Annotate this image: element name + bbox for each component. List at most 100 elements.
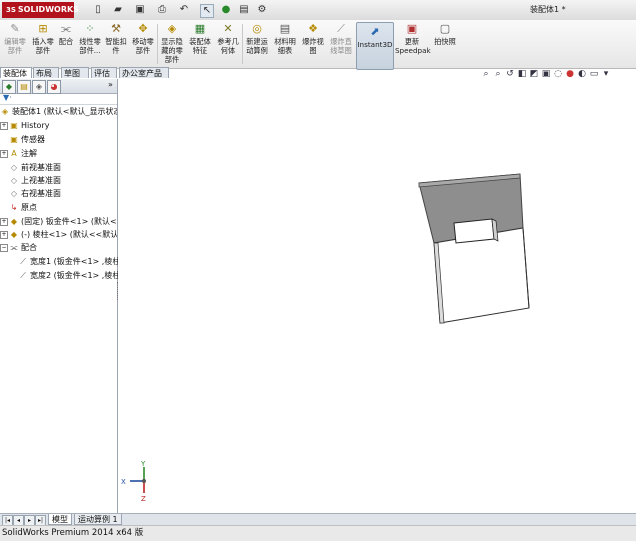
save-icon[interactable]: ▣ xyxy=(134,4,146,16)
tab-model[interactable]: 模型 xyxy=(48,514,72,525)
prism-part[interactable] xyxy=(453,218,499,244)
new-motion-study-button[interactable]: ◎ 新建运动算例 xyxy=(244,22,270,66)
assembly-features-button[interactable]: ▦ 装配体特征 xyxy=(187,22,213,66)
new-motion-study-icon: ◎ xyxy=(252,22,262,35)
expand-icon[interactable]: + xyxy=(0,218,8,226)
mates-folder-icon: ⫘ xyxy=(10,243,18,252)
tree-item-history[interactable]: + ▣ History xyxy=(0,119,117,132)
linear-pattern-icon: ⁘ xyxy=(85,22,95,35)
options-icon[interactable]: ⚙ xyxy=(256,4,268,16)
width-mate-icon: ⟋ xyxy=(20,271,26,280)
snapshot-icon: ▢ xyxy=(439,22,451,35)
show-hidden-components-button[interactable]: ◈ 显示隐藏的零部件 xyxy=(159,22,185,66)
bill-of-materials-icon: ▤ xyxy=(279,22,291,35)
explode-line-sketch-icon: ⟋ xyxy=(337,22,345,35)
tree-root-assembly[interactable]: ◈ 装配体1 (默认<默认_显示状态 xyxy=(0,105,117,118)
mate-icon: ⫘ xyxy=(61,22,71,35)
expand-icon[interactable]: + xyxy=(0,122,8,130)
edit-component-icon: ✎ xyxy=(10,22,20,35)
tab-assembly[interactable]: 装配体 xyxy=(0,67,32,78)
speedpak-icon: ▣ xyxy=(406,22,418,35)
linear-pattern-button[interactable]: ⁘ 线性零部件... xyxy=(77,22,103,66)
sheet-metal-part[interactable] xyxy=(418,173,530,324)
tree-item-mates[interactable]: − ⫘ 配合 xyxy=(0,241,117,254)
title-bar: 3S SOLIDWORKS ▯ ▰ ▣ ⎙ ↶ ↖ ● ▤ ⚙ 装配体1 * xyxy=(0,0,636,21)
expand-panel-icon[interactable]: » xyxy=(108,80,113,89)
tree-item-width-mate-2[interactable]: ⟋ 宽度2 (钣金件<1> ,棱柱 xyxy=(0,269,135,282)
tab-motion-study-1[interactable]: 运动算例 1 xyxy=(74,514,122,525)
tree-item-sensors[interactable]: ▣ 传感器 xyxy=(0,133,126,146)
instant3d-icon: ⬈ xyxy=(370,25,380,38)
tab-office-products[interactable]: 办公室产品 xyxy=(119,67,169,78)
file-properties-icon[interactable]: ▤ xyxy=(238,4,250,16)
assembly-features-icon: ▦ xyxy=(194,22,206,35)
feature-manager-panel: ◆ ▤ ◈ ◕ » ▼· ◈ 装配体1 (默认<默认_显示状态 + ▣ History… xyxy=(0,79,120,513)
tree-item-width-mate-1[interactable]: ⟋ 宽度1 (钣金件<1> ,棱柱 xyxy=(0,255,135,268)
graphics-area[interactable]: Y X Z xyxy=(118,79,636,513)
move-component-button[interactable]: ✥ 移动零部件 xyxy=(130,22,156,66)
annotations-icon: A xyxy=(11,149,17,158)
tree-item-sheet-metal-part[interactable]: + ◆ (固定) 钣金件<1> (默认<< xyxy=(0,215,117,228)
toolbar-separator xyxy=(157,24,158,64)
width-mate-icon: ⟋ xyxy=(20,257,26,266)
show-hidden-icon: ◈ xyxy=(167,22,177,35)
3d-model-view[interactable]: Y X Z xyxy=(118,79,636,513)
part-icon: ◆ xyxy=(10,230,18,239)
command-manager: ✎ 编辑零部件 ⊞ 插入零部件 ⫘ 配合 ⁘ 线性零部件... ⚒ 智能扣件 ✥ 移动零部件… xyxy=(0,20,636,70)
expand-icon[interactable]: + xyxy=(0,150,8,158)
smart-fasteners-button[interactable]: ⚒ 智能扣件 xyxy=(104,22,128,66)
open-icon[interactable]: ▰ xyxy=(112,4,124,16)
tree-item-annotations[interactable]: + A 注解 xyxy=(0,147,117,160)
origin-icon: ↳ xyxy=(10,203,18,212)
edit-component-button[interactable]: ✎ 编辑零部件 xyxy=(2,22,28,66)
property-manager-icon[interactable]: ▤ xyxy=(17,80,31,94)
new-icon[interactable]: ▯ xyxy=(92,4,104,16)
take-snapshot-button[interactable]: ▢ 拍快照 xyxy=(432,22,458,66)
update-speedpak-button[interactable]: ▣ 更新Speedpak xyxy=(395,22,431,66)
triad-x-label: X xyxy=(121,478,126,486)
configuration-manager-icon[interactable]: ◈ xyxy=(32,80,46,94)
undo-icon[interactable]: ↶ xyxy=(178,4,190,16)
tree-item-front-plane[interactable]: ◇ 前视基准面 xyxy=(0,161,126,174)
triad-z-label: Z xyxy=(141,495,146,503)
tab-evaluate[interactable]: 评估 xyxy=(91,67,117,78)
reference-geometry-button[interactable]: ✕ 参考几何体 xyxy=(215,22,241,66)
print-icon[interactable]: ⎙ xyxy=(156,4,168,16)
filter-icon[interactable]: ▼· xyxy=(3,93,12,102)
tree-item-origin[interactable]: ↳ 原点 xyxy=(0,201,126,214)
history-icon: ▣ xyxy=(10,121,18,130)
display-manager-icon[interactable]: ◕ xyxy=(47,80,61,94)
select-icon[interactable]: ↖ xyxy=(200,4,214,18)
bill-of-materials-button[interactable]: ▤ 材料明细表 xyxy=(272,22,298,66)
rebuild-icon[interactable]: ● xyxy=(220,4,232,16)
expand-icon[interactable]: + xyxy=(0,231,8,239)
command-tabs: 装配体 布局 草图 评估 办公室产品 xyxy=(0,67,170,79)
part-icon: ◆ xyxy=(10,217,18,226)
explode-line-sketch-button[interactable]: ⟋ 爆炸直线草图 xyxy=(328,22,354,66)
panel-tabs: ◆ ▤ ◈ ◕ » xyxy=(0,79,117,94)
collapse-icon[interactable]: − xyxy=(0,244,8,252)
instant3d-button[interactable]: ⬈ Instant3D xyxy=(356,22,394,70)
sensors-icon: ▣ xyxy=(10,135,18,144)
solidworks-logo[interactable]: 3S SOLIDWORKS xyxy=(2,2,79,18)
reference-geometry-icon: ✕ xyxy=(223,22,233,35)
insert-component-button[interactable]: ⊞ 插入零部件 xyxy=(30,22,56,66)
tree-item-right-plane[interactable]: ◇ 右视基准面 xyxy=(0,187,126,200)
assembly-icon: ◈ xyxy=(1,107,9,116)
status-bar: SolidWorks Premium 2014 x64 版 xyxy=(0,525,636,541)
tree-item-top-plane[interactable]: ◇ 上视基准面 xyxy=(0,174,126,187)
view-triad: Y X Z xyxy=(121,460,146,503)
exploded-view-icon: ❖ xyxy=(308,22,318,35)
document-title: 装配体1 * xyxy=(530,5,566,14)
exploded-view-button[interactable]: ❖ 爆炸视图 xyxy=(300,22,326,66)
toolbar-separator xyxy=(242,24,243,64)
move-component-icon: ✥ xyxy=(138,22,148,35)
triad-y-label: Y xyxy=(140,460,146,468)
plane-icon: ◇ xyxy=(10,176,18,185)
tab-sketch[interactable]: 草图 xyxy=(61,67,89,78)
mate-button[interactable]: ⫘ 配合 xyxy=(56,22,76,66)
feature-manager-icon[interactable]: ◆ xyxy=(2,80,16,94)
plane-icon: ◇ xyxy=(10,189,18,198)
tab-layout[interactable]: 布局 xyxy=(33,67,59,78)
tree-item-prism-part[interactable]: + ◆ (-) 棱柱<1> (默认<<默认> xyxy=(0,228,117,241)
